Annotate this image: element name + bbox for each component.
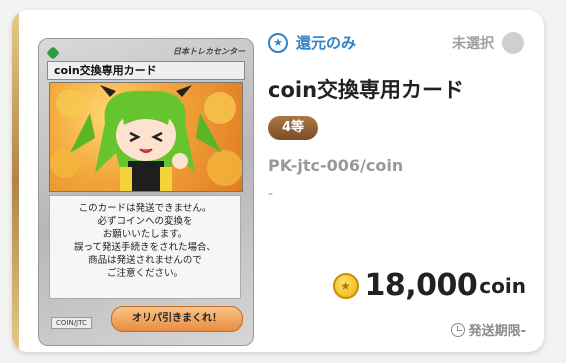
- selection-label: 未選択: [452, 36, 494, 52]
- character-illustration: [50, 85, 242, 191]
- card-notice-text: このカードは発送できません。 必ずコインへの変換を お願いいたします。 誤って発…: [49, 195, 241, 299]
- rarity-accent-bar: [12, 10, 19, 352]
- prize-card-item[interactable]: 日本トレカセンター coin交換専用カード このカードは発送できません。 必ずコ…: [12, 10, 544, 352]
- product-note: -: [268, 186, 274, 202]
- notice-line: 必ずコインへの変換を: [97, 216, 193, 227]
- product-title: coin交換専用カード: [268, 78, 465, 102]
- energy-icon: [46, 46, 60, 60]
- notice-line: 商品は発送されませんので: [88, 255, 202, 266]
- card-title: coin交換専用カード: [47, 61, 245, 80]
- notice-line: 誤って発送手続きをされた場合、: [73, 242, 217, 253]
- trading-card-image[interactable]: 日本トレカセンター coin交換専用カード このカードは発送できません。 必ずコ…: [38, 38, 254, 346]
- clock-icon: [450, 322, 465, 337]
- grade-badge: 4等: [268, 116, 318, 140]
- shipping-deadline: 発送期限-: [450, 320, 526, 339]
- notice-line: このカードは発送できません。: [78, 203, 212, 214]
- notice-line: お願いいたします。: [102, 229, 188, 240]
- card-id-tag: COIN/JTC: [51, 317, 92, 329]
- selection-radio[interactable]: [502, 32, 524, 54]
- shipping-deadline-label: 発送期限-: [468, 324, 526, 339]
- price-value: 18,000: [364, 268, 478, 303]
- card-brand: 日本トレカセンター: [173, 47, 245, 56]
- selection-toggle[interactable]: 未選択: [452, 32, 524, 54]
- refund-only-tag: ★ 還元のみ: [268, 32, 356, 53]
- price-unit: coin: [479, 273, 526, 298]
- star-icon: ★: [268, 32, 288, 53]
- price: ★ 18,000 coin: [332, 268, 526, 303]
- card-banner-label: オリパ引きまくれ！: [111, 306, 243, 332]
- notice-line: ご注意ください。: [106, 268, 183, 279]
- product-code: PK-jtc-006/coin: [268, 156, 404, 175]
- coin-star-icon: ★: [332, 272, 359, 299]
- card-artwork: [49, 82, 243, 192]
- refund-only-label: 還元のみ: [296, 34, 357, 52]
